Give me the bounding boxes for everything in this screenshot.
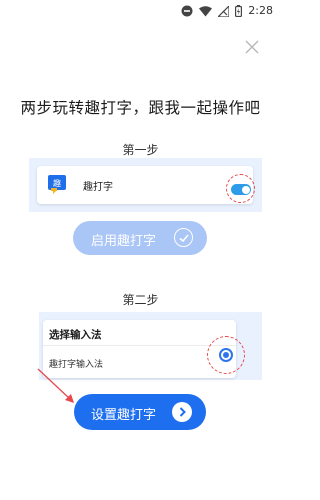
status-bar: 2:28 (0, 0, 281, 22)
close-icon (245, 40, 259, 54)
app-logo-icon: 趣 (48, 175, 66, 194)
keyboard-settings-card: 趣 趣打字 (37, 166, 253, 204)
setup-button[interactable]: 设置趣打字 (74, 394, 206, 430)
status-time: 2:28 (248, 4, 273, 17)
minus-circle-icon (181, 5, 193, 17)
radio-highlight-circle (207, 336, 245, 374)
enable-button[interactable]: 启用趣打字 (73, 221, 207, 255)
step1-label: 第一步 (122, 143, 159, 157)
enable-toggle[interactable] (231, 184, 251, 195)
wifi-icon (199, 5, 213, 16)
toggle-highlight-circle (226, 174, 255, 203)
battery-icon (235, 5, 243, 17)
close-button[interactable] (243, 38, 261, 56)
toggle-knob (241, 185, 250, 194)
picker-title: 选择输入法 (49, 329, 102, 341)
svg-text:趣: 趣 (53, 178, 61, 188)
setup-button-label: 设置趣打字 (91, 408, 157, 423)
chevron-right-icon (172, 402, 192, 422)
page-title: 两步玩转趣打字，跟我一起操作吧 (20, 99, 261, 117)
picker-divider (43, 345, 236, 346)
status-icons: 2:28 (181, 3, 273, 19)
radio-dot (223, 352, 229, 358)
app-name: 趣打字 (83, 182, 113, 193)
input-method-radio[interactable] (219, 348, 233, 362)
step2-label: 第二步 (122, 293, 159, 307)
enable-button-label: 启用趣打字 (91, 234, 157, 249)
step1-panel: 趣 趣打字 (29, 158, 262, 212)
check-icon (174, 228, 193, 247)
signal-off-icon (218, 5, 230, 17)
